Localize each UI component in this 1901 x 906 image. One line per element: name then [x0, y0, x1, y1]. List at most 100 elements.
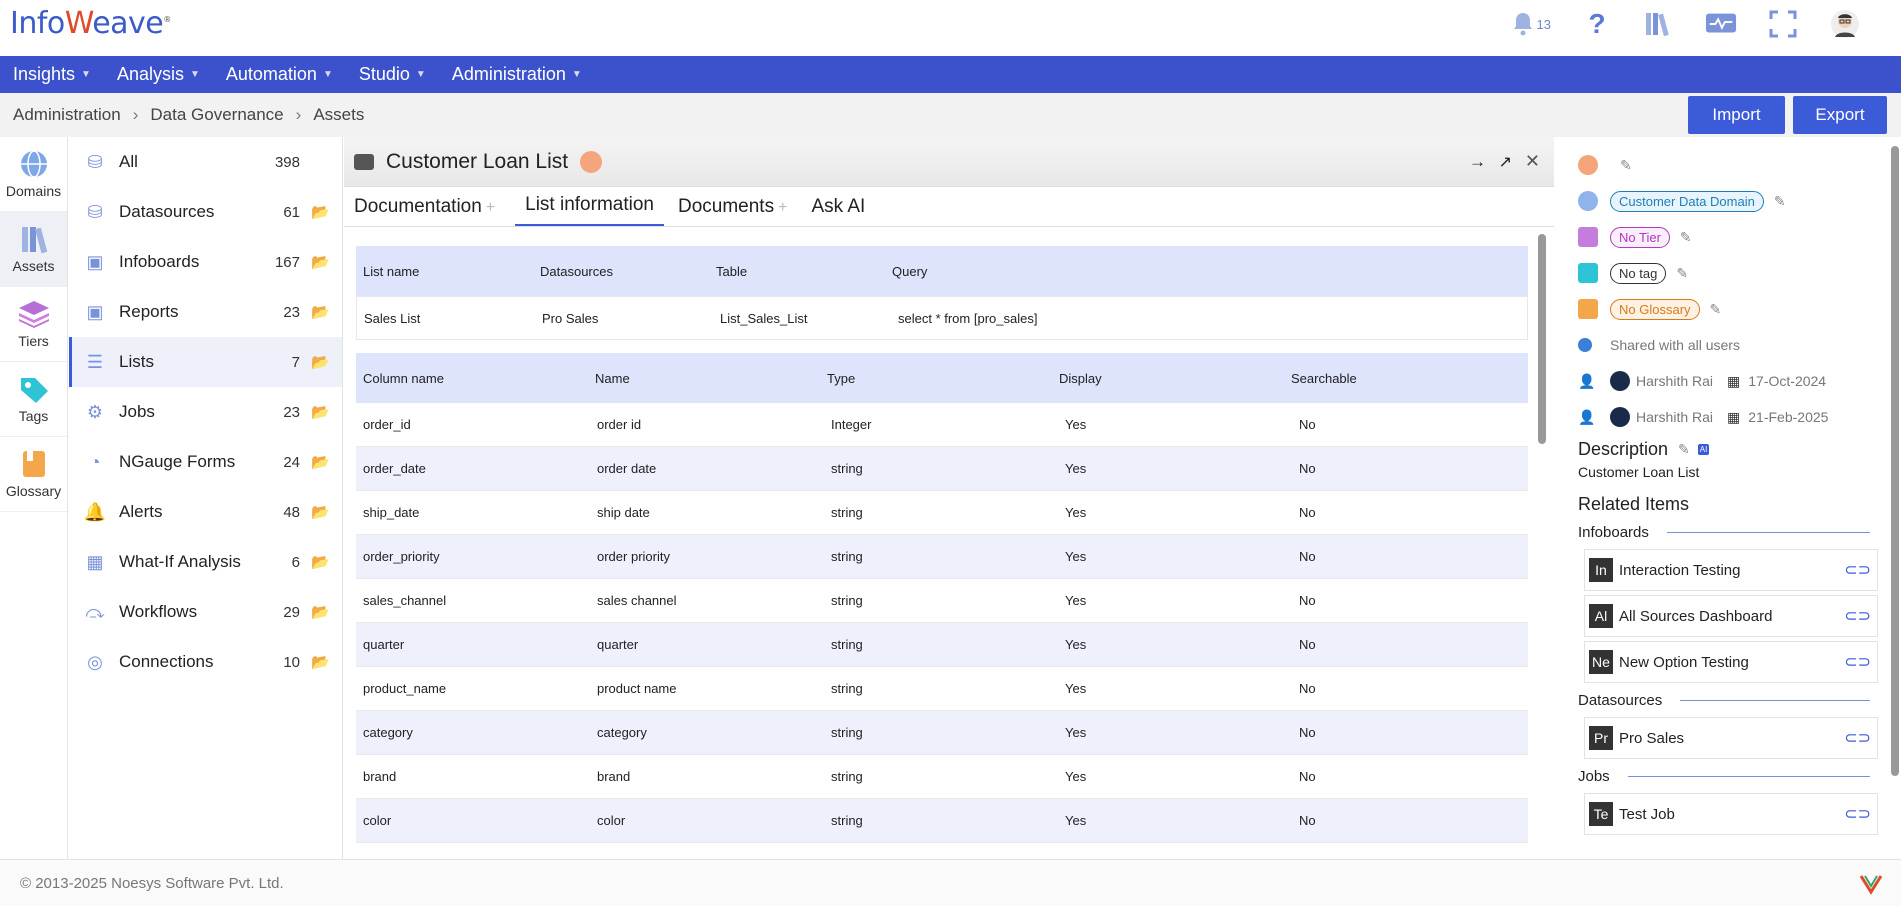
table-row[interactable]: order_id order id Integer Yes No: [356, 403, 1528, 447]
link-icon[interactable]: ⊂⊃: [1844, 728, 1871, 748]
user-avatar[interactable]: [1829, 8, 1861, 40]
category-label: What-If Analysis: [119, 552, 241, 571]
category-workflows[interactable]: ⤼ Workflows 29 📂: [69, 587, 342, 637]
nav-studio[interactable]: Studio ▼: [346, 64, 439, 85]
add-icon[interactable]: +: [778, 199, 787, 216]
edit-pencil-icon[interactable]: ✎: [1678, 441, 1690, 458]
related-item[interactable]: Te Test Job ⊂⊃: [1584, 793, 1878, 835]
folder-icon[interactable]: 📂: [311, 403, 330, 421]
category-infoboards[interactable]: ▣ Infoboards 167 📂: [69, 237, 342, 287]
category-datasources[interactable]: ⛁ Datasources 61 📂: [69, 187, 342, 237]
add-icon[interactable]: +: [486, 199, 495, 216]
arrow-right-icon[interactable]: →: [1469, 152, 1486, 172]
edit-pencil-icon[interactable]: ✎: [1620, 157, 1632, 174]
header-cell: Display: [1059, 370, 1102, 386]
tab-documentation[interactable]: Documentation +: [354, 196, 505, 226]
rail-glossary[interactable]: Glossary: [0, 437, 67, 512]
table-row[interactable]: brand brand string Yes No: [356, 755, 1528, 799]
fullscreen-icon[interactable]: [1767, 8, 1799, 40]
glossary-badge[interactable]: No Glossary: [1610, 298, 1700, 320]
type-cell: string: [831, 549, 863, 564]
link-icon[interactable]: ⊂⊃: [1844, 560, 1871, 580]
user-edit-icon: 👤: [1578, 408, 1596, 425]
table-scrollbar[interactable]: [1538, 234, 1546, 444]
edit-pencil-icon[interactable]: ✎: [1710, 301, 1722, 318]
tab-list-information[interactable]: List information: [515, 194, 664, 226]
display-cell: Yes: [1065, 549, 1087, 564]
table-row[interactable]: sales_channel sales channel string Yes No: [356, 579, 1528, 623]
edit-pencil-icon[interactable]: ✎: [1680, 229, 1692, 246]
folder-icon[interactable]: 📂: [311, 303, 330, 321]
edit-pencil-icon[interactable]: ✎: [1774, 193, 1786, 210]
nav-administration[interactable]: Administration ▼: [439, 64, 595, 85]
notifications-bell-icon[interactable]: 13: [1511, 8, 1551, 40]
library-icon[interactable]: [1643, 8, 1675, 40]
related-item[interactable]: Ne New Option Testing ⊂⊃: [1584, 641, 1878, 683]
tab-ask-ai[interactable]: Ask AI: [811, 196, 875, 226]
folder-icon[interactable]: 📂: [311, 603, 330, 621]
avatar: [1610, 371, 1630, 391]
status-dot-icon: [1578, 155, 1598, 175]
folder-icon[interactable]: 📂: [311, 553, 330, 571]
ai-badge[interactable]: AI: [1697, 444, 1710, 455]
link-icon[interactable]: ⊂⊃: [1844, 652, 1871, 672]
folder-icon[interactable]: 📂: [311, 503, 330, 521]
searchable-cell: No: [1299, 769, 1316, 784]
folder-icon[interactable]: 📂: [311, 453, 330, 471]
rail-tiers[interactable]: Tiers: [0, 287, 67, 362]
type-cell: string: [831, 681, 863, 696]
table-row[interactable]: product_name product name string Yes No: [356, 667, 1528, 711]
breadcrumb-data-governance[interactable]: Data Governance: [150, 105, 283, 125]
category-reports[interactable]: ▣ Reports 23 📂: [69, 287, 342, 337]
details-scrollbar[interactable]: [1891, 146, 1899, 776]
table-row[interactable]: color color string Yes No: [356, 799, 1528, 843]
folder-icon[interactable]: 📂: [311, 353, 330, 371]
category-alerts[interactable]: 🔔 Alerts 48 📂: [69, 487, 342, 537]
description-title: Description: [1578, 439, 1669, 459]
folder-icon[interactable]: 📂: [311, 253, 330, 271]
edit-pencil-icon[interactable]: ✎: [1676, 265, 1688, 282]
category-ngauge-forms[interactable]: ◔ NGauge Forms 24 📂: [69, 437, 342, 487]
infoweave-logo[interactable]: InfoWeave®: [10, 6, 171, 41]
rail-tags[interactable]: Tags: [0, 362, 67, 437]
table-row[interactable]: quarter quarter string Yes No: [356, 623, 1528, 667]
list-icon: ☰: [86, 351, 104, 372]
related-item[interactable]: Al All Sources Dashboard ⊂⊃: [1584, 595, 1878, 637]
tier-badge[interactable]: No Tier: [1610, 226, 1670, 248]
open-external-icon[interactable]: ↗: [1499, 152, 1512, 172]
table-row[interactable]: order_priority order priority string Yes No: [356, 535, 1528, 579]
rail-assets[interactable]: Assets: [0, 212, 67, 287]
import-button[interactable]: Import: [1688, 96, 1785, 134]
category-all[interactable]: ⛁ All 398: [69, 137, 342, 187]
link-icon[interactable]: ⊂⊃: [1844, 606, 1871, 626]
related-item[interactable]: In Interaction Testing ⊂⊃: [1584, 549, 1878, 591]
nav-analysis[interactable]: Analysis ▼: [104, 64, 213, 85]
export-button[interactable]: Export: [1793, 96, 1887, 134]
link-icon[interactable]: ⊂⊃: [1844, 804, 1871, 824]
chevron-down-icon: ▼: [571, 69, 582, 80]
domain-badge[interactable]: Customer Data Domain: [1610, 190, 1764, 212]
columns-header: Column name Name Type Display Searchable: [356, 353, 1528, 403]
folder-icon[interactable]: 📂: [311, 203, 330, 221]
table-row[interactable]: ship_date ship date string Yes No: [356, 491, 1528, 535]
category-lists[interactable]: ☰ Lists 7 📂: [69, 337, 342, 387]
category-what-if-analysis[interactable]: ▦ What-If Analysis 6 📂: [69, 537, 342, 587]
table-row[interactable]: category category string Yes No: [356, 711, 1528, 755]
breadcrumb-administration[interactable]: Administration: [13, 105, 121, 125]
related-item[interactable]: Pr Pro Sales ⊂⊃: [1584, 717, 1878, 759]
table-row[interactable]: order_date order date string Yes No: [356, 447, 1528, 491]
rail-domains[interactable]: Domains: [0, 137, 67, 212]
nav-automation[interactable]: Automation ▼: [213, 64, 346, 85]
tier-row: No Tier ✎: [1568, 219, 1888, 255]
tab-documents[interactable]: Documents +: [678, 196, 797, 226]
category-connections[interactable]: ◎ Connections 10 📂: [69, 637, 342, 687]
category-jobs[interactable]: ⚙ Jobs 23 📂: [69, 387, 342, 437]
nav-insights[interactable]: Insights ▼: [0, 64, 104, 85]
monitor-icon[interactable]: [1705, 8, 1737, 40]
folder-icon[interactable]: 📂: [311, 653, 330, 671]
tag-badge[interactable]: No tag: [1610, 262, 1667, 284]
close-icon[interactable]: ✕: [1525, 151, 1540, 172]
list-icon: [354, 153, 374, 170]
tag-icon: [20, 378, 48, 403]
help-icon[interactable]: ?: [1581, 8, 1613, 40]
